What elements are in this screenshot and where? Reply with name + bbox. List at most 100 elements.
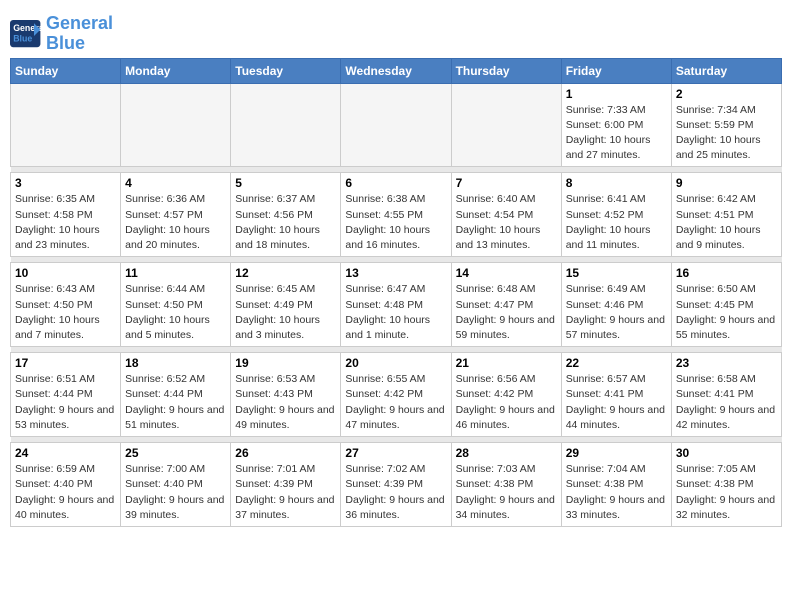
day-info: Sunrise: 6:55 AM Sunset: 4:42 PM Dayligh… xyxy=(345,372,446,433)
day-info: Sunrise: 6:45 AM Sunset: 4:49 PM Dayligh… xyxy=(235,282,336,343)
day-number: 20 xyxy=(345,356,446,370)
day-info: Sunrise: 6:36 AM Sunset: 4:57 PM Dayligh… xyxy=(125,192,226,253)
calendar-cell: 28 Sunrise: 7:03 AM Sunset: 4:38 PM Dayli… xyxy=(451,443,561,527)
day-number: 25 xyxy=(125,446,226,460)
day-number: 14 xyxy=(456,266,557,280)
day-number: 7 xyxy=(456,176,557,190)
day-info: Sunrise: 6:48 AM Sunset: 4:47 PM Dayligh… xyxy=(456,282,557,343)
calendar-cell: 21 Sunrise: 6:56 AM Sunset: 4:42 PM Dayli… xyxy=(451,353,561,437)
logo-text: General Blue xyxy=(46,14,113,54)
header: General Blue General Blue xyxy=(10,10,782,54)
calendar-header-wednesday: Wednesday xyxy=(341,58,451,83)
calendar-header-tuesday: Tuesday xyxy=(231,58,341,83)
day-info: Sunrise: 6:59 AM Sunset: 4:40 PM Dayligh… xyxy=(15,462,116,523)
day-number: 18 xyxy=(125,356,226,370)
calendar-cell: 12 Sunrise: 6:45 AM Sunset: 4:49 PM Dayli… xyxy=(231,263,341,347)
calendar-cell: 15Sunrise: 6:49 AM Sunset: 4:46 PM Dayli… xyxy=(561,263,671,347)
calendar-cell: 6 Sunrise: 6:38 AM Sunset: 4:55 PM Daylig… xyxy=(341,173,451,257)
calendar-cell: 7Sunrise: 6:40 AM Sunset: 4:54 PM Daylig… xyxy=(451,173,561,257)
day-number: 22 xyxy=(566,356,667,370)
calendar-cell: 30 Sunrise: 7:05 AM Sunset: 4:38 PM Dayli… xyxy=(671,443,781,527)
logo-icon: General Blue xyxy=(10,20,42,48)
calendar-header-monday: Monday xyxy=(121,58,231,83)
day-number: 1 xyxy=(566,87,667,101)
calendar-cell: 10 Sunrise: 6:43 AM Sunset: 4:50 PM Dayli… xyxy=(11,263,121,347)
calendar-cell: 16 Sunrise: 6:50 AM Sunset: 4:45 PM Dayli… xyxy=(671,263,781,347)
calendar-cell: 8 Sunrise: 6:41 AM Sunset: 4:52 PM Daylig… xyxy=(561,173,671,257)
day-number: 10 xyxy=(15,266,116,280)
calendar-week-row: 3 Sunrise: 6:35 AM Sunset: 4:58 PM Daylig… xyxy=(11,173,782,257)
day-number: 28 xyxy=(456,446,557,460)
calendar-cell: 19Sunrise: 6:53 AM Sunset: 4:43 PM Dayli… xyxy=(231,353,341,437)
calendar-cell: 29Sunrise: 7:04 AM Sunset: 4:38 PM Dayli… xyxy=(561,443,671,527)
day-info: Sunrise: 7:01 AM Sunset: 4:39 PM Dayligh… xyxy=(235,462,336,523)
calendar-cell: 18 Sunrise: 6:52 AM Sunset: 4:44 PM Dayli… xyxy=(121,353,231,437)
calendar-header-sunday: Sunday xyxy=(11,58,121,83)
calendar-cell: 20 Sunrise: 6:55 AM Sunset: 4:42 PM Dayli… xyxy=(341,353,451,437)
day-info: Sunrise: 7:03 AM Sunset: 4:38 PM Dayligh… xyxy=(456,462,557,523)
calendar-cell: 22 Sunrise: 6:57 AM Sunset: 4:41 PM Dayli… xyxy=(561,353,671,437)
calendar-cell: 24 Sunrise: 6:59 AM Sunset: 4:40 PM Dayli… xyxy=(11,443,121,527)
calendar-table: SundayMondayTuesdayWednesdayThursdayFrid… xyxy=(10,58,782,527)
day-info: Sunrise: 6:47 AM Sunset: 4:48 PM Dayligh… xyxy=(345,282,446,343)
day-number: 30 xyxy=(676,446,777,460)
day-info: Sunrise: 6:43 AM Sunset: 4:50 PM Dayligh… xyxy=(15,282,116,343)
calendar-cell: 13 Sunrise: 6:47 AM Sunset: 4:48 PM Dayli… xyxy=(341,263,451,347)
calendar-header-saturday: Saturday xyxy=(671,58,781,83)
calendar-cell xyxy=(11,83,121,167)
day-info: Sunrise: 6:51 AM Sunset: 4:44 PM Dayligh… xyxy=(15,372,116,433)
calendar-week-row: 17 Sunrise: 6:51 AM Sunset: 4:44 PM Dayli… xyxy=(11,353,782,437)
calendar-header-row: SundayMondayTuesdayWednesdayThursdayFrid… xyxy=(11,58,782,83)
day-info: Sunrise: 6:50 AM Sunset: 4:45 PM Dayligh… xyxy=(676,282,777,343)
day-number: 11 xyxy=(125,266,226,280)
calendar-cell: 5 Sunrise: 6:37 AM Sunset: 4:56 PM Daylig… xyxy=(231,173,341,257)
day-number: 4 xyxy=(125,176,226,190)
calendar-header-friday: Friday xyxy=(561,58,671,83)
svg-text:Blue: Blue xyxy=(13,33,32,43)
calendar-cell: 25 Sunrise: 7:00 AM Sunset: 4:40 PM Dayli… xyxy=(121,443,231,527)
day-number: 23 xyxy=(676,356,777,370)
day-number: 6 xyxy=(345,176,446,190)
calendar-cell: 9Sunrise: 6:42 AM Sunset: 4:51 PM Daylig… xyxy=(671,173,781,257)
day-info: Sunrise: 6:35 AM Sunset: 4:58 PM Dayligh… xyxy=(15,192,116,253)
day-number: 21 xyxy=(456,356,557,370)
day-info: Sunrise: 7:05 AM Sunset: 4:38 PM Dayligh… xyxy=(676,462,777,523)
day-info: Sunrise: 7:33 AM Sunset: 6:00 PM Dayligh… xyxy=(566,103,667,164)
day-number: 19 xyxy=(235,356,336,370)
day-info: Sunrise: 6:41 AM Sunset: 4:52 PM Dayligh… xyxy=(566,192,667,253)
day-info: Sunrise: 6:57 AM Sunset: 4:41 PM Dayligh… xyxy=(566,372,667,433)
calendar-week-row: 10 Sunrise: 6:43 AM Sunset: 4:50 PM Dayli… xyxy=(11,263,782,347)
day-info: Sunrise: 6:52 AM Sunset: 4:44 PM Dayligh… xyxy=(125,372,226,433)
day-number: 17 xyxy=(15,356,116,370)
day-info: Sunrise: 6:56 AM Sunset: 4:42 PM Dayligh… xyxy=(456,372,557,433)
day-number: 16 xyxy=(676,266,777,280)
calendar-cell xyxy=(451,83,561,167)
day-info: Sunrise: 6:38 AM Sunset: 4:55 PM Dayligh… xyxy=(345,192,446,253)
day-number: 3 xyxy=(15,176,116,190)
day-info: Sunrise: 7:00 AM Sunset: 4:40 PM Dayligh… xyxy=(125,462,226,523)
calendar-week-row: 24 Sunrise: 6:59 AM Sunset: 4:40 PM Dayli… xyxy=(11,443,782,527)
calendar-cell: 2Sunrise: 7:34 AM Sunset: 5:59 PM Daylig… xyxy=(671,83,781,167)
day-number: 24 xyxy=(15,446,116,460)
calendar-cell: 3 Sunrise: 6:35 AM Sunset: 4:58 PM Daylig… xyxy=(11,173,121,257)
calendar-header-thursday: Thursday xyxy=(451,58,561,83)
day-number: 27 xyxy=(345,446,446,460)
calendar-cell xyxy=(231,83,341,167)
day-number: 13 xyxy=(345,266,446,280)
calendar-cell xyxy=(341,83,451,167)
day-number: 5 xyxy=(235,176,336,190)
calendar-cell: 27Sunrise: 7:02 AM Sunset: 4:39 PM Dayli… xyxy=(341,443,451,527)
calendar-cell: 1 Sunrise: 7:33 AM Sunset: 6:00 PM Daylig… xyxy=(561,83,671,167)
day-info: Sunrise: 6:37 AM Sunset: 4:56 PM Dayligh… xyxy=(235,192,336,253)
calendar-cell xyxy=(121,83,231,167)
calendar-cell: 11 Sunrise: 6:44 AM Sunset: 4:50 PM Dayli… xyxy=(121,263,231,347)
calendar-cell: 23Sunrise: 6:58 AM Sunset: 4:41 PM Dayli… xyxy=(671,353,781,437)
day-info: Sunrise: 6:44 AM Sunset: 4:50 PM Dayligh… xyxy=(125,282,226,343)
day-number: 2 xyxy=(676,87,777,101)
day-number: 8 xyxy=(566,176,667,190)
calendar-week-row: 1 Sunrise: 7:33 AM Sunset: 6:00 PM Daylig… xyxy=(11,83,782,167)
calendar-cell: 14 Sunrise: 6:48 AM Sunset: 4:47 PM Dayli… xyxy=(451,263,561,347)
day-number: 26 xyxy=(235,446,336,460)
day-number: 12 xyxy=(235,266,336,280)
logo: General Blue General Blue xyxy=(10,14,113,54)
